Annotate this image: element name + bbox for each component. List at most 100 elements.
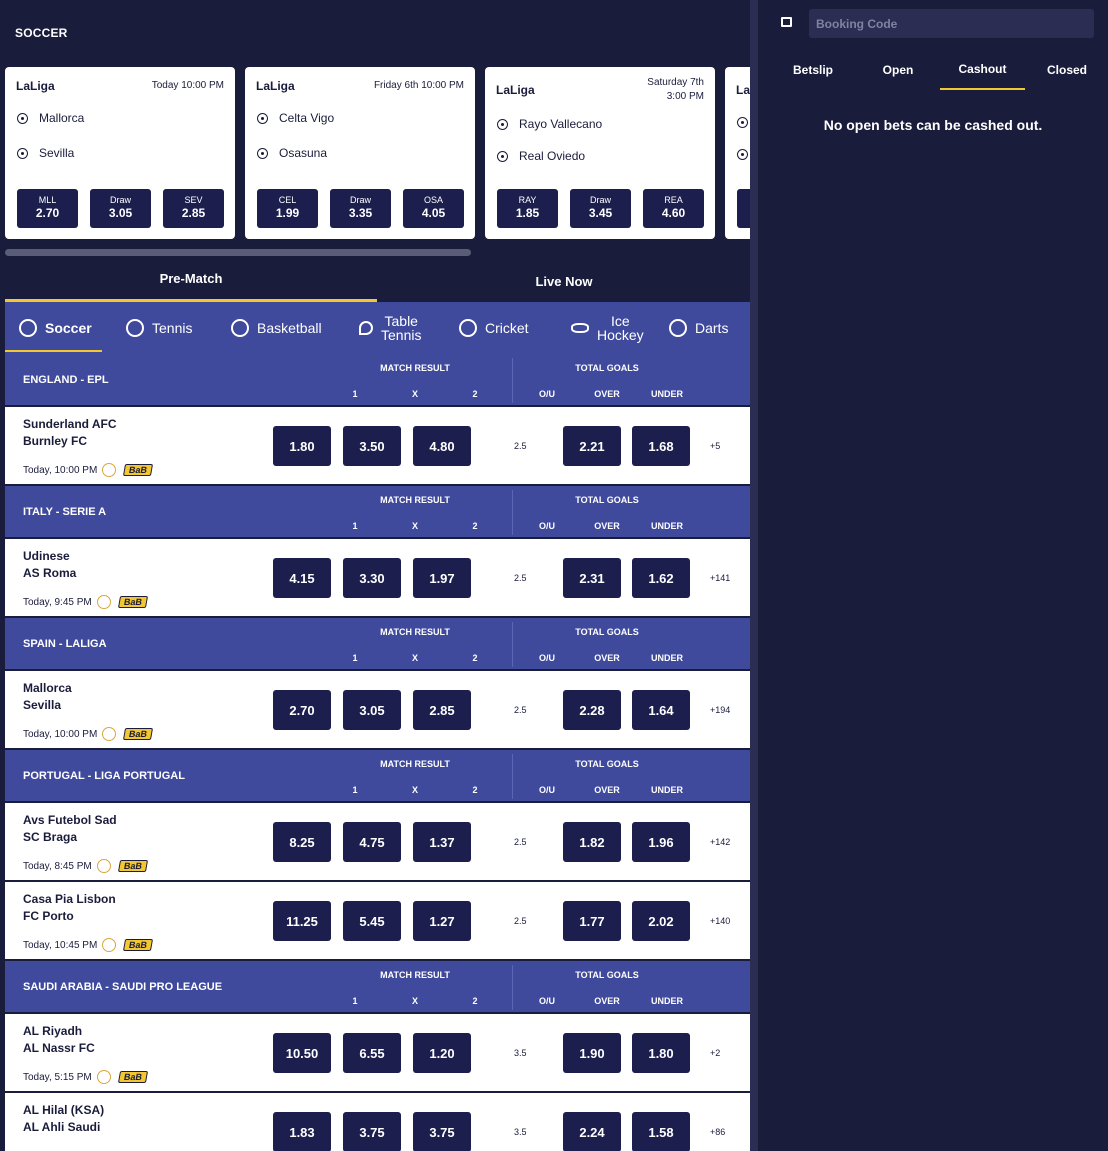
odds-2-button[interactable]: 1.27 — [413, 901, 471, 941]
under-button[interactable]: 1.62 — [632, 558, 690, 598]
more-markets-link[interactable]: +2 — [710, 1048, 720, 1058]
odds-button-draw[interactable]: Draw 3.45 — [570, 189, 631, 228]
under-button[interactable]: 1.96 — [632, 822, 690, 862]
tab-live-now[interactable]: Live Now — [378, 262, 750, 302]
odds-1-button[interactable]: 8.25 — [273, 822, 331, 862]
under-button[interactable]: 1.64 — [632, 690, 690, 730]
more-markets-link[interactable]: +86 — [710, 1127, 725, 1137]
match-row[interactable]: Sunderland AFC Burnley FC Today, 10:00 PM B… — [5, 407, 750, 486]
under-button[interactable]: 1.58 — [632, 1112, 690, 1151]
sport-tab-tennis[interactable]: Tennis — [102, 302, 205, 354]
odds-x-button[interactable]: 3.50 — [343, 426, 401, 466]
odds-1-button[interactable]: 2.70 — [273, 690, 331, 730]
bab-badge[interactable]: BaB — [123, 939, 154, 951]
odds-button-away[interactable]: SEV 2.85 — [163, 189, 224, 228]
sport-tab-ice-hockey[interactable]: Ice Hockey — [541, 302, 649, 354]
cards-scrollbar[interactable] — [5, 249, 471, 256]
odds-button-home[interactable]: CEL 1.99 — [257, 189, 318, 228]
odds-2-button[interactable]: 1.97 — [413, 558, 471, 598]
panel-divider[interactable] — [750, 0, 758, 1151]
col-2-header: 2 — [472, 996, 478, 1006]
over-button[interactable]: 1.77 — [563, 901, 621, 941]
over-button[interactable]: 2.21 — [563, 426, 621, 466]
tab-open[interactable]: Open — [863, 63, 933, 77]
over-button[interactable]: 1.90 — [563, 1033, 621, 1073]
tab-betslip[interactable]: Betslip — [778, 63, 848, 77]
odds-2-button[interactable]: 3.75 — [413, 1112, 471, 1151]
odds-x-button[interactable]: 6.55 — [343, 1033, 401, 1073]
col-under-header: UNDER — [650, 653, 684, 663]
sport-tab-darts[interactable]: Darts — [649, 302, 745, 354]
bab-badge[interactable]: BaB — [117, 860, 148, 872]
under-button[interactable]: 1.68 — [632, 426, 690, 466]
bab-badge[interactable]: BaB — [123, 464, 154, 476]
odds-2-button[interactable]: 1.20 — [413, 1033, 471, 1073]
over-button[interactable]: 2.28 — [563, 690, 621, 730]
print-icon[interactable] — [781, 17, 792, 27]
booking-code-input[interactable]: Booking Code — [809, 9, 1094, 38]
featured-card[interactable]: LaLiga Friday 6th 10:00 PM Celta Vigo Os… — [245, 67, 475, 239]
col-over-header: OVER — [594, 521, 620, 531]
over-button[interactable]: 2.31 — [563, 558, 621, 598]
league-name: SAUDI ARABIA - SAUDI PRO LEAGUE — [23, 981, 223, 993]
over-button[interactable]: 2.24 — [563, 1112, 621, 1151]
more-markets-link[interactable]: +141 — [710, 573, 730, 583]
odds-2-button[interactable]: 4.80 — [413, 426, 471, 466]
odds-2-button[interactable]: 1.37 — [413, 822, 471, 862]
sport-tab-table-tennis[interactable]: Table Tennis — [329, 302, 435, 354]
more-markets-link[interactable]: +5 — [710, 441, 720, 451]
odds-button-home[interactable]: RAY 1.85 — [497, 189, 558, 228]
odds-x-button[interactable]: 3.30 — [343, 558, 401, 598]
sport-tab-cricket[interactable]: Cricket — [435, 302, 541, 354]
bab-badge[interactable]: BaB — [117, 596, 148, 608]
odds-x-button[interactable]: 5.45 — [343, 901, 401, 941]
odds-button-draw[interactable]: Draw 3.05 — [90, 189, 151, 228]
odds-1-button[interactable]: 1.83 — [273, 1112, 331, 1151]
featured-card[interactable]: LaLiga Saturday 7th 3:00 PM Rayo Valleca… — [485, 67, 715, 239]
match-row[interactable]: Avs Futebol Sad SC Braga Today, 8:45 PM BaB… — [5, 803, 750, 882]
over-button[interactable]: 1.82 — [563, 822, 621, 862]
league-header: ENGLAND - EPL MATCH RESULT 1 X 2 TOTAL GOALS O… — [5, 354, 750, 407]
more-markets-link[interactable]: +142 — [710, 837, 730, 847]
sport-tab-soccer[interactable]: Soccer — [5, 302, 102, 354]
match-row[interactable]: AL Hilal (KSA) AL Ahli Saudi 1.83 3.75 3.75 2… — [5, 1093, 750, 1151]
odds-2-button[interactable]: 2.85 — [413, 690, 471, 730]
odds-x-button[interactable]: 3.75 — [343, 1112, 401, 1151]
bab-badge[interactable]: BaB — [123, 728, 154, 740]
match-row[interactable]: Mallorca Sevilla Today, 10:00 PM BaB 2.70 3.0… — [5, 671, 750, 750]
odds-button-draw[interactable]: Draw 3.35 — [330, 189, 391, 228]
away-team: SC Braga — [23, 830, 78, 844]
odds-1-button[interactable]: 4.15 — [273, 558, 331, 598]
match-row[interactable]: AL Riyadh AL Nassr FC Today, 5:15 PM BaB 10.… — [5, 1014, 750, 1093]
odds-1-button[interactable]: 10.50 — [273, 1033, 331, 1073]
more-markets-link[interactable]: +194 — [710, 705, 730, 715]
ou-line: 2.5 — [514, 916, 527, 926]
soccer-icon — [19, 319, 37, 337]
match-row[interactable]: Udinese AS Roma Today, 9:45 PM BaB 4.15 3.30 1… — [5, 539, 750, 618]
match-row[interactable]: Casa Pia Lisbon FC Porto Today, 10:45 PM Ba… — [5, 882, 750, 961]
col-x-header: X — [411, 521, 419, 531]
soccer-ball-icon — [17, 147, 28, 159]
under-button[interactable]: 1.80 — [632, 1033, 690, 1073]
tab-cashout[interactable]: Cashout — [940, 62, 1025, 76]
odds-button-away[interactable]: OSA 4.05 — [403, 189, 464, 228]
col-1-header: 1 — [352, 785, 358, 795]
odds-button-away[interactable]: REA 4.60 — [643, 189, 704, 228]
odds-x-button[interactable]: 3.05 — [343, 690, 401, 730]
ou-line: 2.5 — [514, 573, 527, 583]
featured-card[interactable]: LaLiga Today 10:00 PM Mallorca Sevilla M… — [5, 67, 235, 239]
bab-badge[interactable]: BaB — [117, 1071, 148, 1083]
tab-closed[interactable]: Closed — [1034, 63, 1100, 77]
league-name: PORTUGAL - LIGA PORTUGAL — [23, 770, 185, 782]
sport-tab-basketball[interactable]: Basketball — [205, 302, 329, 354]
odds-button-home[interactable] — [737, 189, 750, 228]
more-markets-link[interactable]: +140 — [710, 916, 730, 926]
tab-pre-match[interactable]: Pre-Match — [5, 262, 377, 302]
odds-1-button[interactable]: 1.80 — [273, 426, 331, 466]
featured-cards[interactable]: LaLiga Today 10:00 PM Mallorca Sevilla M… — [5, 67, 750, 239]
under-button[interactable]: 2.02 — [632, 901, 690, 941]
odds-1-button[interactable]: 11.25 — [273, 901, 331, 941]
odds-button-home[interactable]: MLL 2.70 — [17, 189, 78, 228]
featured-card[interactable]: La — [725, 67, 750, 239]
odds-x-button[interactable]: 4.75 — [343, 822, 401, 862]
